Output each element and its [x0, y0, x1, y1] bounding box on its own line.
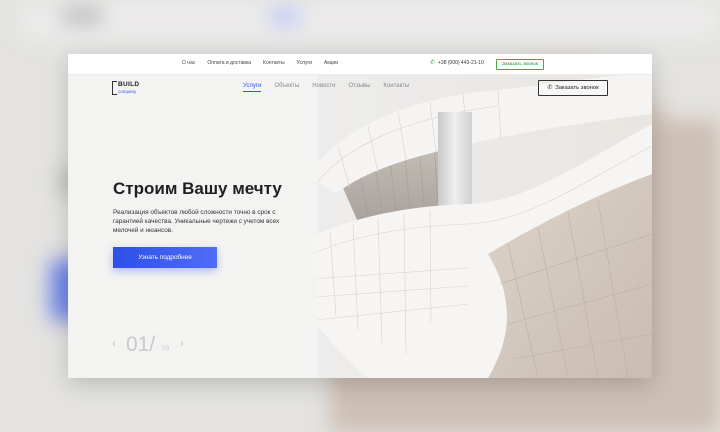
nav-item-reviews[interactable]: Отзывы — [348, 83, 370, 89]
logo-primary: BUILD — [118, 81, 140, 88]
callback-button-label: Заказать звонок — [555, 85, 599, 91]
top-link-about[interactable]: О нас — [182, 60, 195, 66]
hero-description: Реализация объектов любой сложности точн… — [113, 209, 280, 234]
logo-secondary: company — [118, 89, 137, 94]
phone-icon: ✆ — [430, 59, 436, 66]
phone-text: +38 (000) 443-21-10 — [438, 60, 484, 66]
hero-title: Строим Вашу мечту — [113, 179, 282, 198]
top-link-promotions[interactable]: Акции — [324, 60, 338, 66]
top-links: О нас Оплата и доставка Контакты Услуги … — [182, 60, 338, 66]
nav-item-news[interactable]: Новости — [312, 83, 335, 89]
logo-mark — [112, 81, 117, 95]
nav-item-objects[interactable]: Объекты — [274, 83, 299, 89]
top-link-services[interactable]: Услуги — [297, 60, 312, 66]
nav-item-services[interactable]: Услуги — [243, 83, 262, 92]
top-bar: О нас Оплата и доставка Контакты Услуги … — [68, 54, 652, 75]
phone-icon: ✆ — [547, 85, 553, 91]
main-nav: Услуги Объекты Новости Отзывы Контакты — [243, 83, 409, 92]
learn-more-button[interactable]: Узнать подробнее — [113, 247, 217, 268]
phone-number[interactable]: ✆ +38 (000) 443-21-10 — [430, 59, 484, 67]
callback-button[interactable]: ✆ Заказать звонок — [538, 80, 608, 96]
logo[interactable]: BUILD company — [112, 80, 148, 96]
chevron-right-icon[interactable]: › — [180, 338, 184, 350]
top-callback-button[interactable]: Заказать звонок — [496, 59, 544, 70]
slide-total: 03 — [162, 345, 170, 352]
top-link-contacts[interactable]: Контакты — [263, 60, 285, 66]
chevron-left-icon[interactable]: ‹ — [112, 338, 116, 350]
main-navbar: BUILD company Услуги Объекты Новости Отз… — [68, 74, 652, 102]
nav-item-contacts[interactable]: Контакты — [383, 83, 409, 89]
top-link-payment[interactable]: Оплата и доставка — [207, 60, 251, 66]
slide-current: 01/ — [126, 333, 156, 356]
landing-page-preview: О нас Оплата и доставка Контакты Услуги … — [68, 54, 652, 378]
